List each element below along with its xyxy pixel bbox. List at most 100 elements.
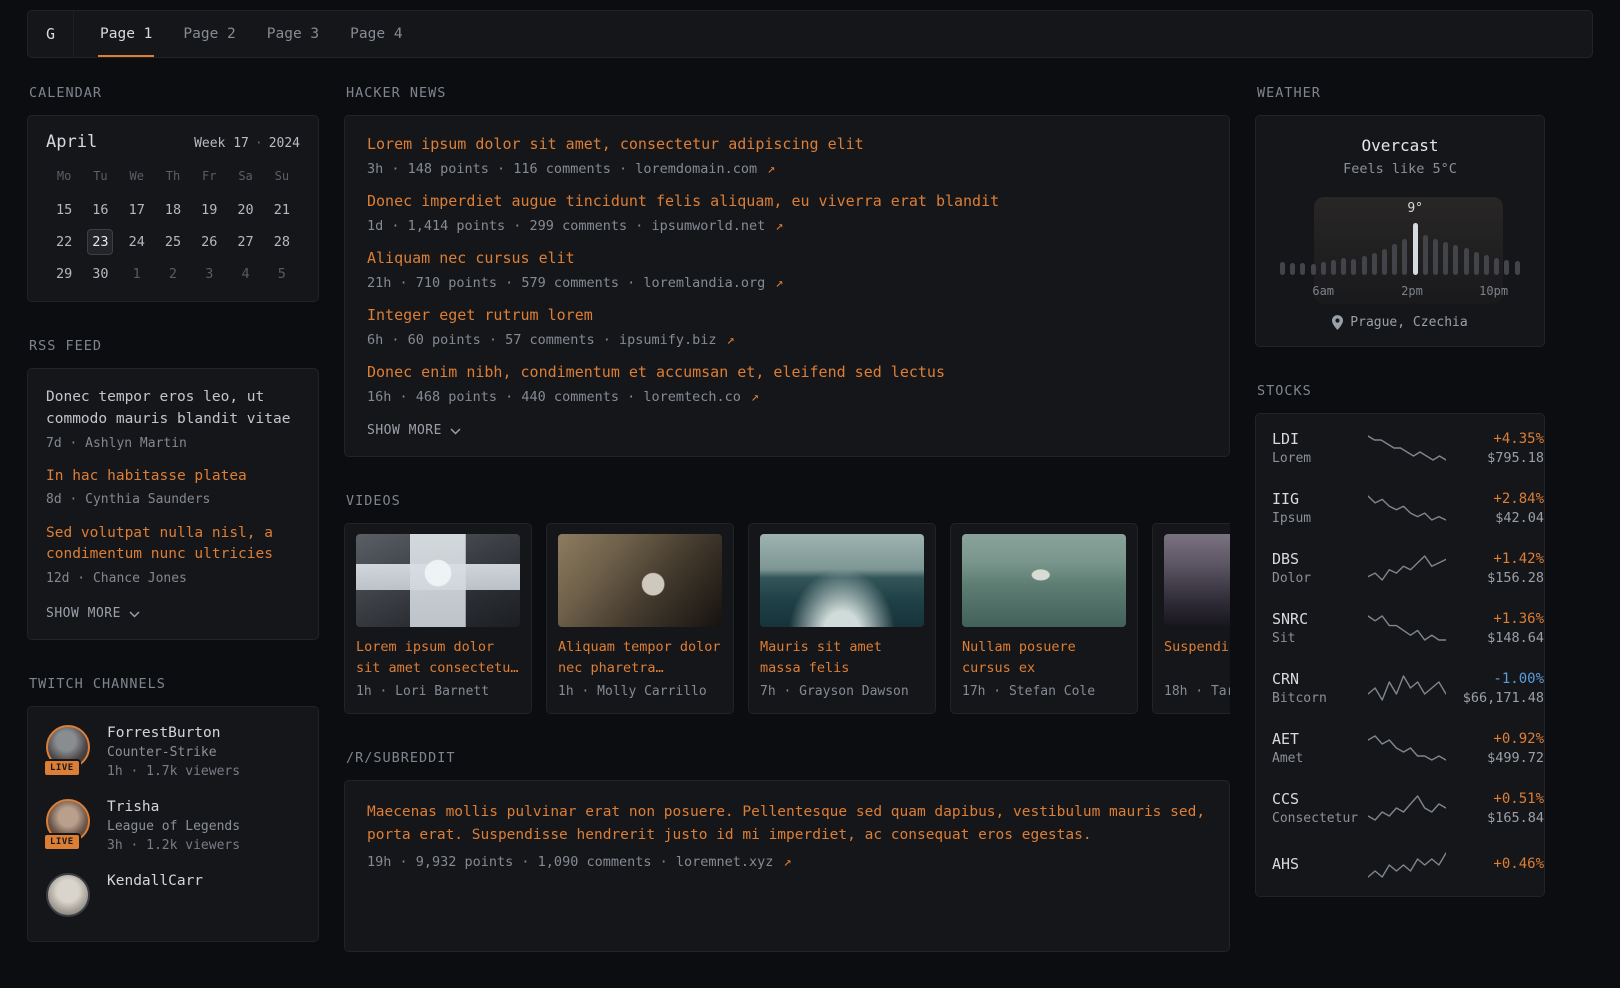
stock-value-block: +0.51%$165.84 (1454, 791, 1544, 826)
twitch-avatar: LIVE (46, 799, 92, 849)
tab-page-1[interactable]: Page 1 (98, 11, 154, 57)
stock-value-block: +0.46% (1454, 856, 1544, 875)
twitch-card: LIVEForrestBurtonCounter-Strike1h · 1.7k… (27, 706, 319, 942)
stock-value-block: -1.00%$66,171.48 (1454, 671, 1544, 706)
stock-ticker-block: LDILorem (1272, 430, 1360, 466)
video-card[interactable]: Nullam posuere cursus ex 17h · Stefan Col… (950, 523, 1138, 714)
twitch-channel[interactable]: LIVEForrestBurtonCounter-Strike1h · 1.7k… (46, 725, 300, 779)
stock-symbol: CCS (1272, 790, 1360, 808)
chevron-down-icon (129, 611, 140, 618)
calendar-day-number: 18 (160, 197, 186, 223)
video-card[interactable]: Aliquam tempor dolor nec pharetra…1h · M… (546, 523, 734, 714)
calendar-day-header: Su (264, 165, 300, 191)
temp-bar (1372, 253, 1377, 275)
calendar-day: 27 (227, 229, 263, 255)
rss-item-title[interactable]: Sed volutpat nulla nisl, a condimentum n… (46, 523, 300, 567)
stock-price: $795.18 (1454, 450, 1544, 466)
stock-row: LDILorem+4.35%$795.18 (1272, 418, 1528, 478)
calendar-day: 20 (227, 197, 263, 223)
tab-page-3[interactable]: Page 3 (265, 11, 321, 57)
subreddit-widget-title: /R/SUBREDDIT (346, 750, 1230, 766)
rss-show-more-button[interactable]: SHOW MORE (46, 606, 140, 621)
video-title[interactable]: Lorem ipsum dolor sit amet consectetu… (356, 637, 520, 678)
calendar-day-header: Sa (227, 165, 263, 191)
rss-item-title[interactable]: In hac habitasse platea (46, 466, 300, 488)
rss-item-meta: 7d · Ashlyn Martin (46, 435, 300, 453)
calendar-day: 25 (155, 229, 191, 255)
app-logo[interactable]: G (28, 11, 74, 57)
rss-item-meta: 8d · Cynthia Saunders (46, 491, 300, 509)
rss-item: In hac habitasse platea 8d · Cynthia Saun… (46, 466, 300, 510)
hn-item-title[interactable]: Donec imperdiet augue tincidunt felis al… (367, 191, 1207, 212)
weather-card: Overcast Feels like 5°C 9° 6am2pm10pm Pr… (1255, 115, 1545, 347)
left-column: CALENDAR April Week 17 · 2024 MoTuWeThFr… (27, 85, 319, 978)
video-card[interactable]: Mauris sit amet massa felis7h · Grayson … (748, 523, 936, 714)
separator-dot: · (255, 136, 263, 151)
video-title[interactable]: Aliquam tempor dolor nec pharetra… (558, 637, 722, 678)
temp-bar (1341, 258, 1346, 275)
time-label: 6am (1312, 284, 1334, 298)
stock-value-block: +4.35%$795.18 (1454, 431, 1544, 466)
calendar-day: 30 (82, 261, 118, 287)
stock-sparkline-chart (1368, 553, 1446, 583)
page-tabs: Page 1 Page 2 Page 3 Page 4 (98, 11, 405, 57)
hn-item-title[interactable]: Lorem ipsum dolor sit amet, consectetur … (367, 134, 1207, 155)
middle-column: HACKER NEWS Lorem ipsum dolor sit amet, … (344, 85, 1230, 988)
hn-item-title[interactable]: Donec enim nibh, condimentum et accumsan… (367, 362, 1207, 383)
temp-bar (1423, 235, 1428, 275)
subreddit-post-title[interactable]: Maecenas mollis pulvinar erat non posuer… (367, 801, 1207, 846)
twitch-channel-game: League of Legends (107, 819, 240, 834)
calendar-day-number: 19 (196, 197, 222, 223)
hn-item: Donec enim nibh, condimentum et accumsan… (367, 362, 1207, 407)
rss-card: Donec tempor eros leo, ut commodo mauris… (27, 368, 319, 640)
calendar-day: 1 (119, 261, 155, 287)
stock-ticker-block: AHS (1272, 855, 1360, 876)
stock-change: +0.92% (1454, 731, 1544, 747)
stock-sparkline (1368, 553, 1446, 583)
hn-item-meta-text: 16h · 468 points · 440 comments · loremt… (367, 389, 749, 405)
tab-label: Page 3 (267, 26, 319, 42)
rss-item-title[interactable]: Donec tempor eros leo, ut commodo mauris… (46, 387, 300, 431)
video-card[interactable]: Suspendisse diam18h · Tara (1152, 523, 1230, 714)
tab-page-4[interactable]: Page 4 (348, 11, 404, 57)
external-link-icon: ↗ (775, 218, 783, 234)
temp-bar-current: 9° (1413, 223, 1418, 275)
video-thumbnail[interactable] (1164, 534, 1230, 627)
video-list: Lorem ipsum dolor sit amet consectetu…1h… (344, 523, 1230, 714)
stock-price: $499.72 (1454, 750, 1544, 766)
hn-item-title[interactable]: Integer eget rutrum lorem (367, 305, 1207, 326)
calendar-day: 4 (227, 261, 263, 287)
temp-bar (1494, 258, 1499, 275)
hn-item-title[interactable]: Aliquam nec cursus elit (367, 248, 1207, 269)
stock-name: Consectetur (1272, 811, 1360, 826)
stock-change: +0.46% (1454, 856, 1544, 872)
calendar-day: 3 (191, 261, 227, 287)
video-thumbnail[interactable] (962, 534, 1126, 627)
twitch-avatar: LIVE (46, 725, 92, 775)
temp-bar (1362, 256, 1367, 275)
video-card[interactable]: Lorem ipsum dolor sit amet consectetu…1h… (344, 523, 532, 714)
calendar-day: 5 (264, 261, 300, 287)
video-thumbnail[interactable] (760, 534, 924, 627)
calendar-day: 29 (46, 261, 82, 287)
tab-page-2[interactable]: Page 2 (181, 11, 237, 57)
calendar-day-number: 25 (160, 229, 186, 255)
calendar-day-selected: 23 (87, 229, 113, 255)
stock-sparkline-chart (1368, 793, 1446, 823)
tab-label: Page 4 (350, 26, 402, 42)
video-thumbnail[interactable] (558, 534, 722, 627)
stock-symbol: DBS (1272, 550, 1360, 568)
hn-show-more-button[interactable]: SHOW MORE (367, 423, 461, 438)
external-link-icon: ↗ (751, 389, 759, 405)
video-title[interactable]: Mauris sit amet massa felis (760, 637, 924, 678)
stocks-card: LDILorem+4.35%$795.18IIGIpsum+2.84%$42.0… (1255, 413, 1545, 897)
twitch-channel[interactable]: LIVETrishaLeague of Legends3h · 1.2k vie… (46, 799, 300, 853)
weather-condition: Overcast (1274, 136, 1526, 155)
video-thumbnail[interactable] (356, 534, 520, 627)
video-meta: 17h · Stefan Cole (962, 684, 1126, 699)
video-title[interactable]: Nullam posuere cursus ex (962, 637, 1126, 678)
twitch-channel[interactable]: KendallCarr (46, 873, 300, 923)
calendar-day-number: 20 (233, 197, 259, 223)
video-title[interactable]: Suspendisse diam (1164, 637, 1230, 678)
temp-bar (1382, 249, 1387, 275)
